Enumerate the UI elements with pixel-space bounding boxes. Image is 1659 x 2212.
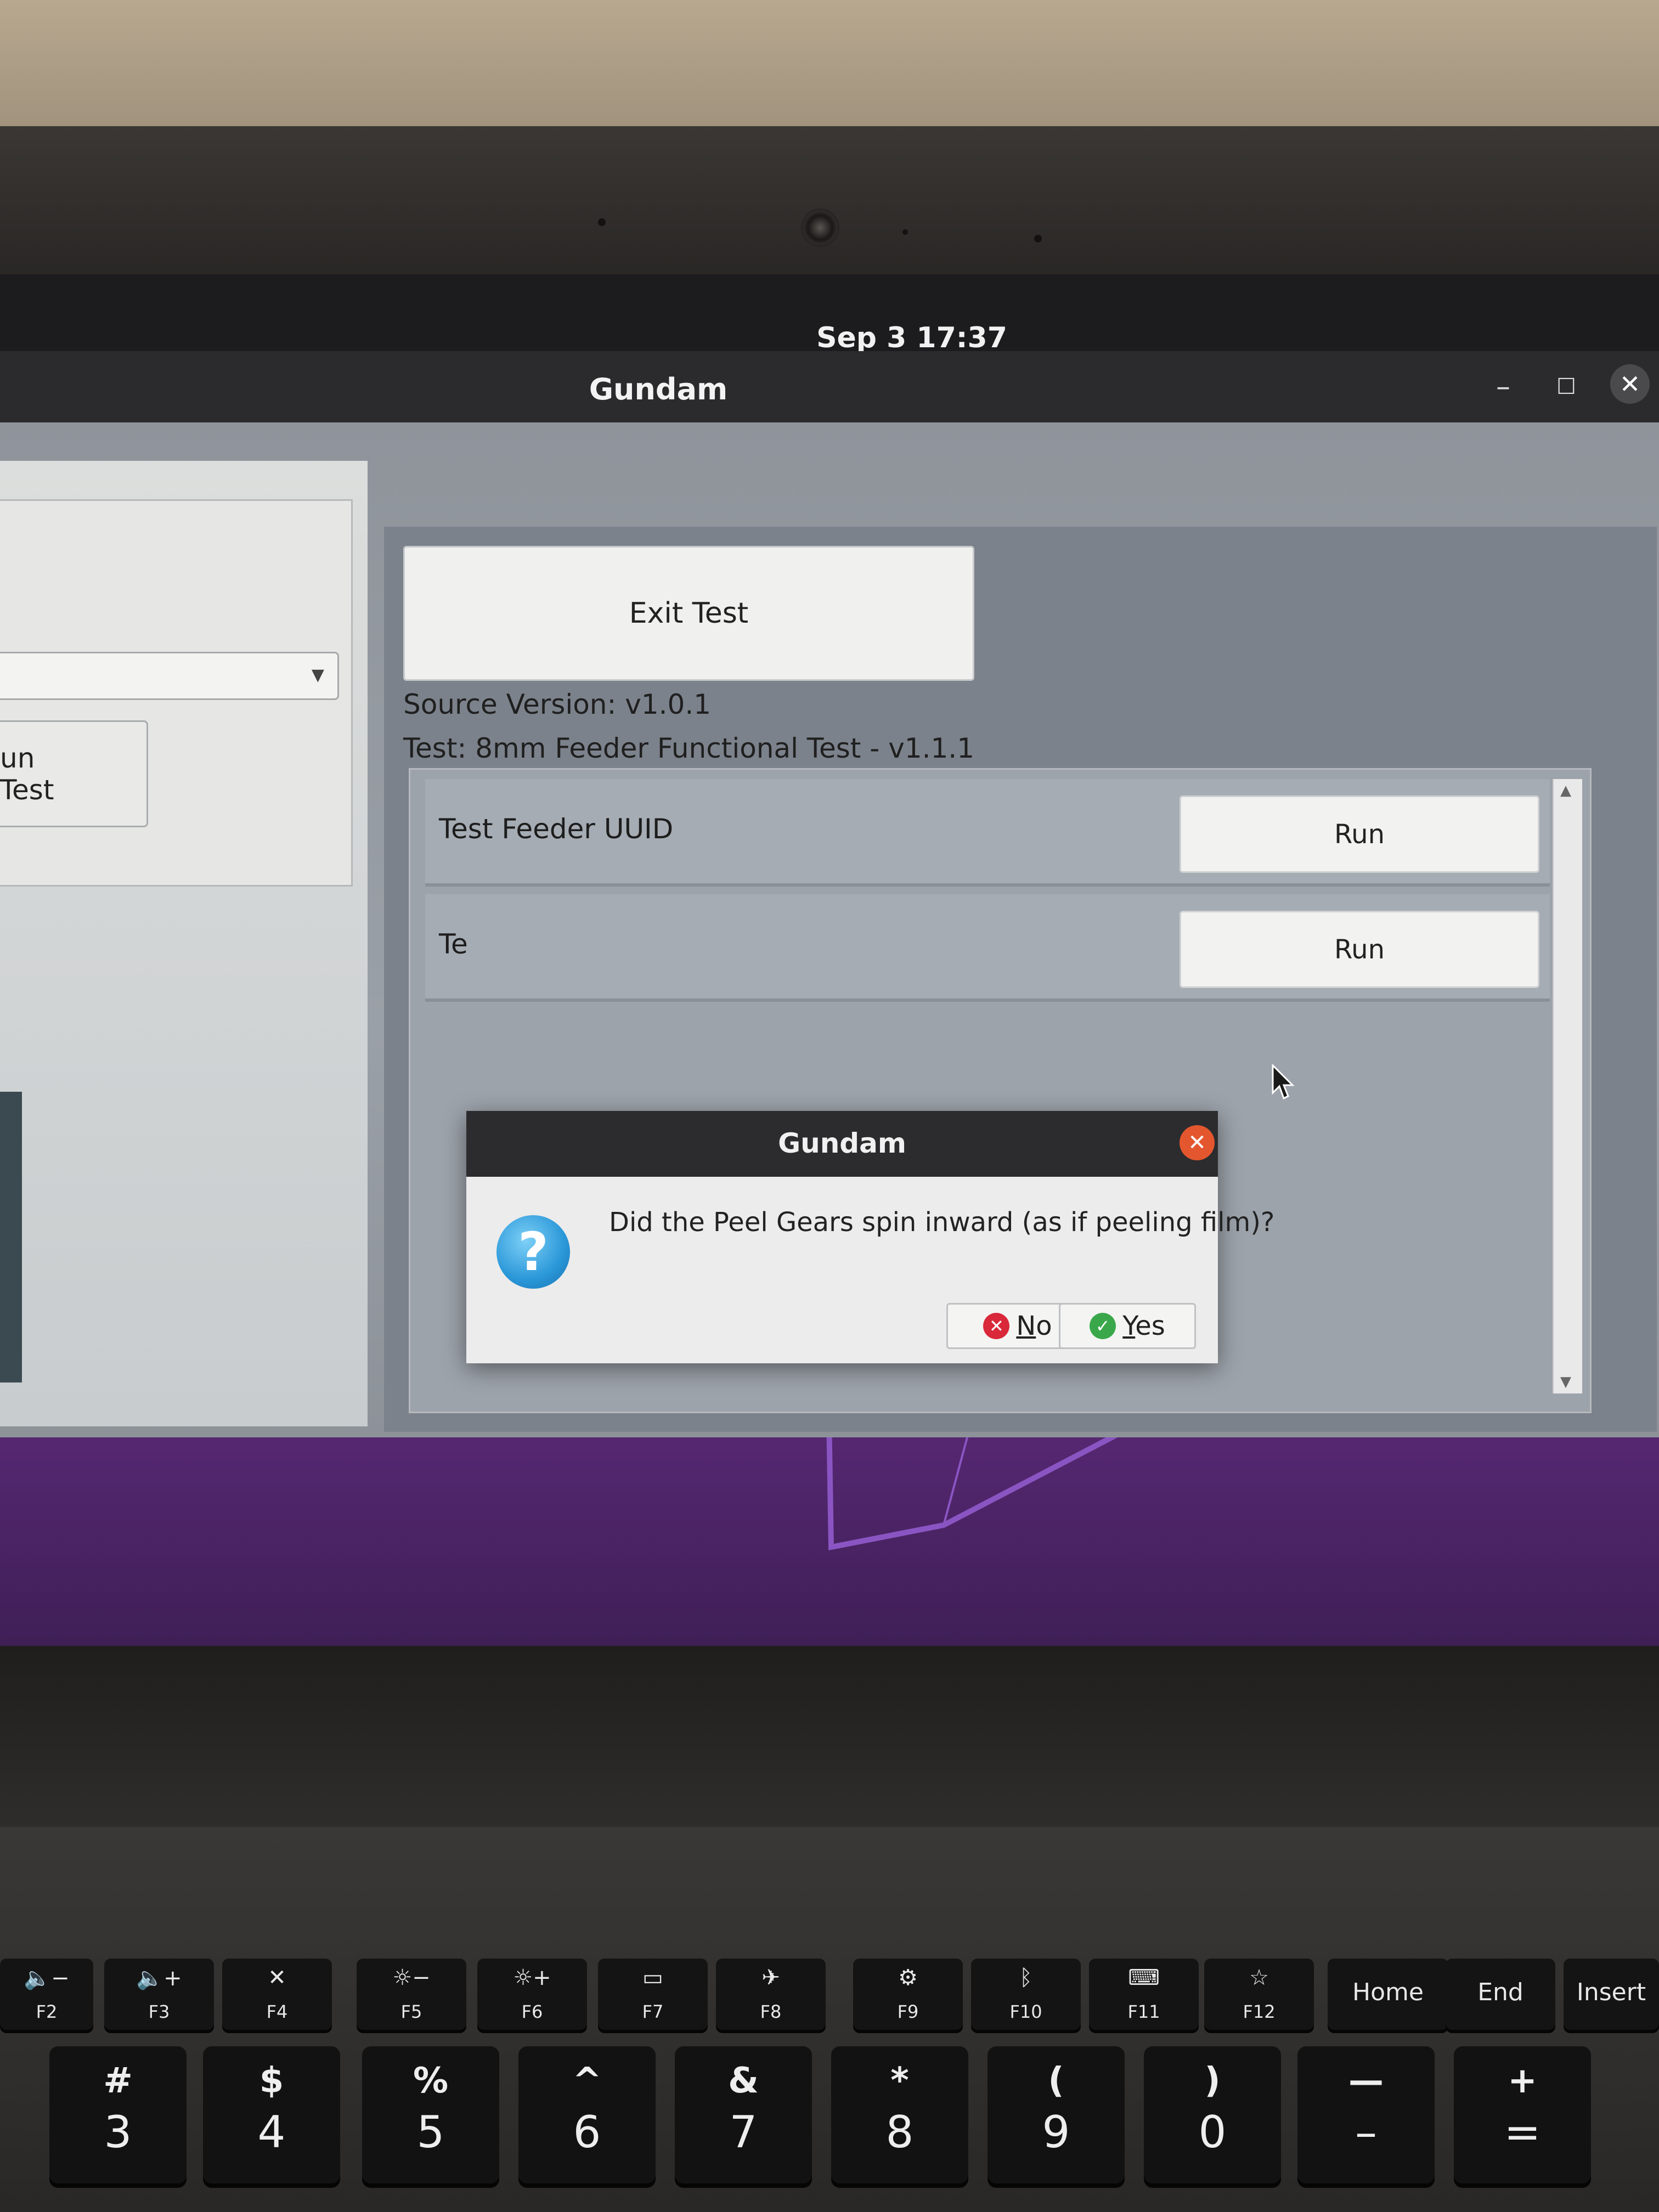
brightness-up-icon: ☼+ xyxy=(513,1965,551,1990)
key-equals[interactable]: + = xyxy=(1454,2046,1591,2183)
test-row-label: Te xyxy=(439,928,468,960)
app-window: Gundam – ☐ ✕ ▼ un Test Exit Test Source … xyxy=(0,351,1659,1635)
key-0[interactable]: ) 0 xyxy=(1144,2046,1281,2183)
bluetooth-icon: ᛒ xyxy=(1019,1965,1032,1990)
key-f6[interactable]: ☼+ F6 xyxy=(477,1959,587,2030)
test-row: Test Feeder UUID Run xyxy=(425,779,1550,887)
key-f12[interactable]: ☆ F12 xyxy=(1204,1959,1314,2030)
key-home[interactable]: Home xyxy=(1328,1959,1448,2030)
run-button[interactable]: Run xyxy=(1180,795,1539,873)
run-button[interactable]: Run xyxy=(1180,911,1539,988)
dialog-title: Gundam xyxy=(778,1127,906,1159)
vertical-scrollbar[interactable]: ▲ ▼ xyxy=(1553,779,1582,1393)
key-f8[interactable]: ✈ F8 xyxy=(716,1959,826,2030)
test-name-label: Test: 8mm Feeder Functional Test - v1.1.… xyxy=(403,732,975,764)
key-6[interactable]: ^ 6 xyxy=(518,2046,656,2183)
mic-mute-icon: ✕ xyxy=(268,1965,286,1990)
yes-button[interactable]: ✓ Yes xyxy=(1059,1303,1196,1349)
key-3[interactable]: #3 xyxy=(49,2046,187,2183)
brightness-down-icon: ☼− xyxy=(392,1965,431,1990)
window-titlebar[interactable]: Gundam – ☐ ✕ xyxy=(0,351,1659,422)
left-group-box: ▼ un Test xyxy=(0,499,353,887)
clock[interactable]: Sep 3 17:37 xyxy=(0,321,1659,354)
yes-label: es xyxy=(1135,1311,1165,1341)
key-f5[interactable]: ☼− F5 xyxy=(357,1959,466,2030)
source-version-label: Source Version: v1.0.1 xyxy=(403,689,712,720)
settings-icon: ⚙ xyxy=(898,1965,918,1990)
left-panel: ▼ un Test xyxy=(0,461,368,1426)
window-close-button[interactable]: ✕ xyxy=(1610,364,1650,404)
key-minus[interactable]: — – xyxy=(1297,2046,1435,2183)
test-select-dropdown[interactable]: ▼ xyxy=(0,652,339,700)
keyboard-icon: ⌨ xyxy=(1128,1965,1160,1990)
test-row: Te Run xyxy=(425,894,1550,1002)
no-mnemonic: N xyxy=(1016,1311,1036,1341)
key-8[interactable]: * 8 xyxy=(831,2046,968,2183)
key-f7[interactable]: ▭ F7 xyxy=(598,1959,708,2030)
airplane-mode-icon: ✈ xyxy=(761,1965,780,1990)
bezel-sensor xyxy=(902,229,908,235)
star-icon: ☆ xyxy=(1249,1965,1269,1990)
key-5[interactable]: % 5 xyxy=(362,2046,499,2183)
key-7[interactable]: & 7 xyxy=(675,2046,812,2183)
bezel-sensor xyxy=(598,218,606,226)
dialog-close-button[interactable]: ✕ xyxy=(1180,1125,1215,1160)
dialog-titlebar[interactable]: Gundam ✕ xyxy=(466,1111,1218,1177)
key-9[interactable]: (9 xyxy=(988,2046,1125,2183)
dialog-message: Did the Peel Gears spin inward (as if pe… xyxy=(609,1207,1275,1238)
key-f11[interactable]: ⌨ F11 xyxy=(1089,1959,1199,2030)
background-wall xyxy=(0,0,1659,143)
display-icon: ▭ xyxy=(642,1965,663,1990)
scroll-up-icon[interactable]: ▲ xyxy=(1560,782,1571,799)
maximize-button[interactable]: ☐ xyxy=(1547,368,1585,406)
window-title: Gundam xyxy=(589,372,728,407)
left-image-edge xyxy=(0,1092,22,1383)
key-f4[interactable]: ✕ F4 xyxy=(222,1959,332,2030)
scroll-down-icon[interactable]: ▼ xyxy=(1560,1374,1571,1390)
cancel-icon: ✕ xyxy=(983,1313,1010,1339)
test-row-label: Test Feeder UUID xyxy=(439,813,674,845)
key-f2[interactable]: 🔈− F2 xyxy=(0,1959,93,2030)
key-end[interactable]: End xyxy=(1446,1959,1555,2030)
run-test-button[interactable]: un Test xyxy=(0,720,148,827)
exit-test-button[interactable]: Exit Test xyxy=(403,546,974,681)
key-f3[interactable]: 🔈+ F3 xyxy=(104,1959,214,2030)
check-icon: ✓ xyxy=(1090,1313,1116,1339)
minimize-button[interactable]: – xyxy=(1484,368,1522,406)
chevron-down-icon: ▼ xyxy=(311,665,324,685)
no-label: o xyxy=(1036,1311,1052,1341)
dialog-body: ? Did the Peel Gears spin inward (as if … xyxy=(466,1177,1274,1363)
key-f10[interactable]: ᛒ F10 xyxy=(971,1959,1081,2030)
key-4[interactable]: $4 xyxy=(203,2046,340,2183)
top-bar: Sep 3 17:37 xyxy=(0,274,1659,354)
key-insert[interactable]: Insert xyxy=(1564,1959,1659,2030)
webcam xyxy=(801,208,839,247)
laptop-bottom-bezel xyxy=(0,1646,1659,1827)
key-f9[interactable]: ⚙ F9 xyxy=(853,1959,963,2030)
question-icon: ? xyxy=(496,1215,570,1289)
volume-up-icon: 🔈+ xyxy=(136,1966,182,1991)
mouse-cursor-icon xyxy=(1272,1064,1295,1100)
bezel-sensor xyxy=(1034,235,1042,242)
yes-mnemonic: Y xyxy=(1122,1311,1136,1341)
screen: Sep 3 17:37 Gundam – ☐ ✕ ▼ un Test Exit … xyxy=(0,274,1659,1646)
volume-down-icon: 🔈− xyxy=(24,1966,70,1991)
confirm-dialog: Gundam ✕ ? Did the Peel Gears spin inwar… xyxy=(466,1111,1274,1363)
